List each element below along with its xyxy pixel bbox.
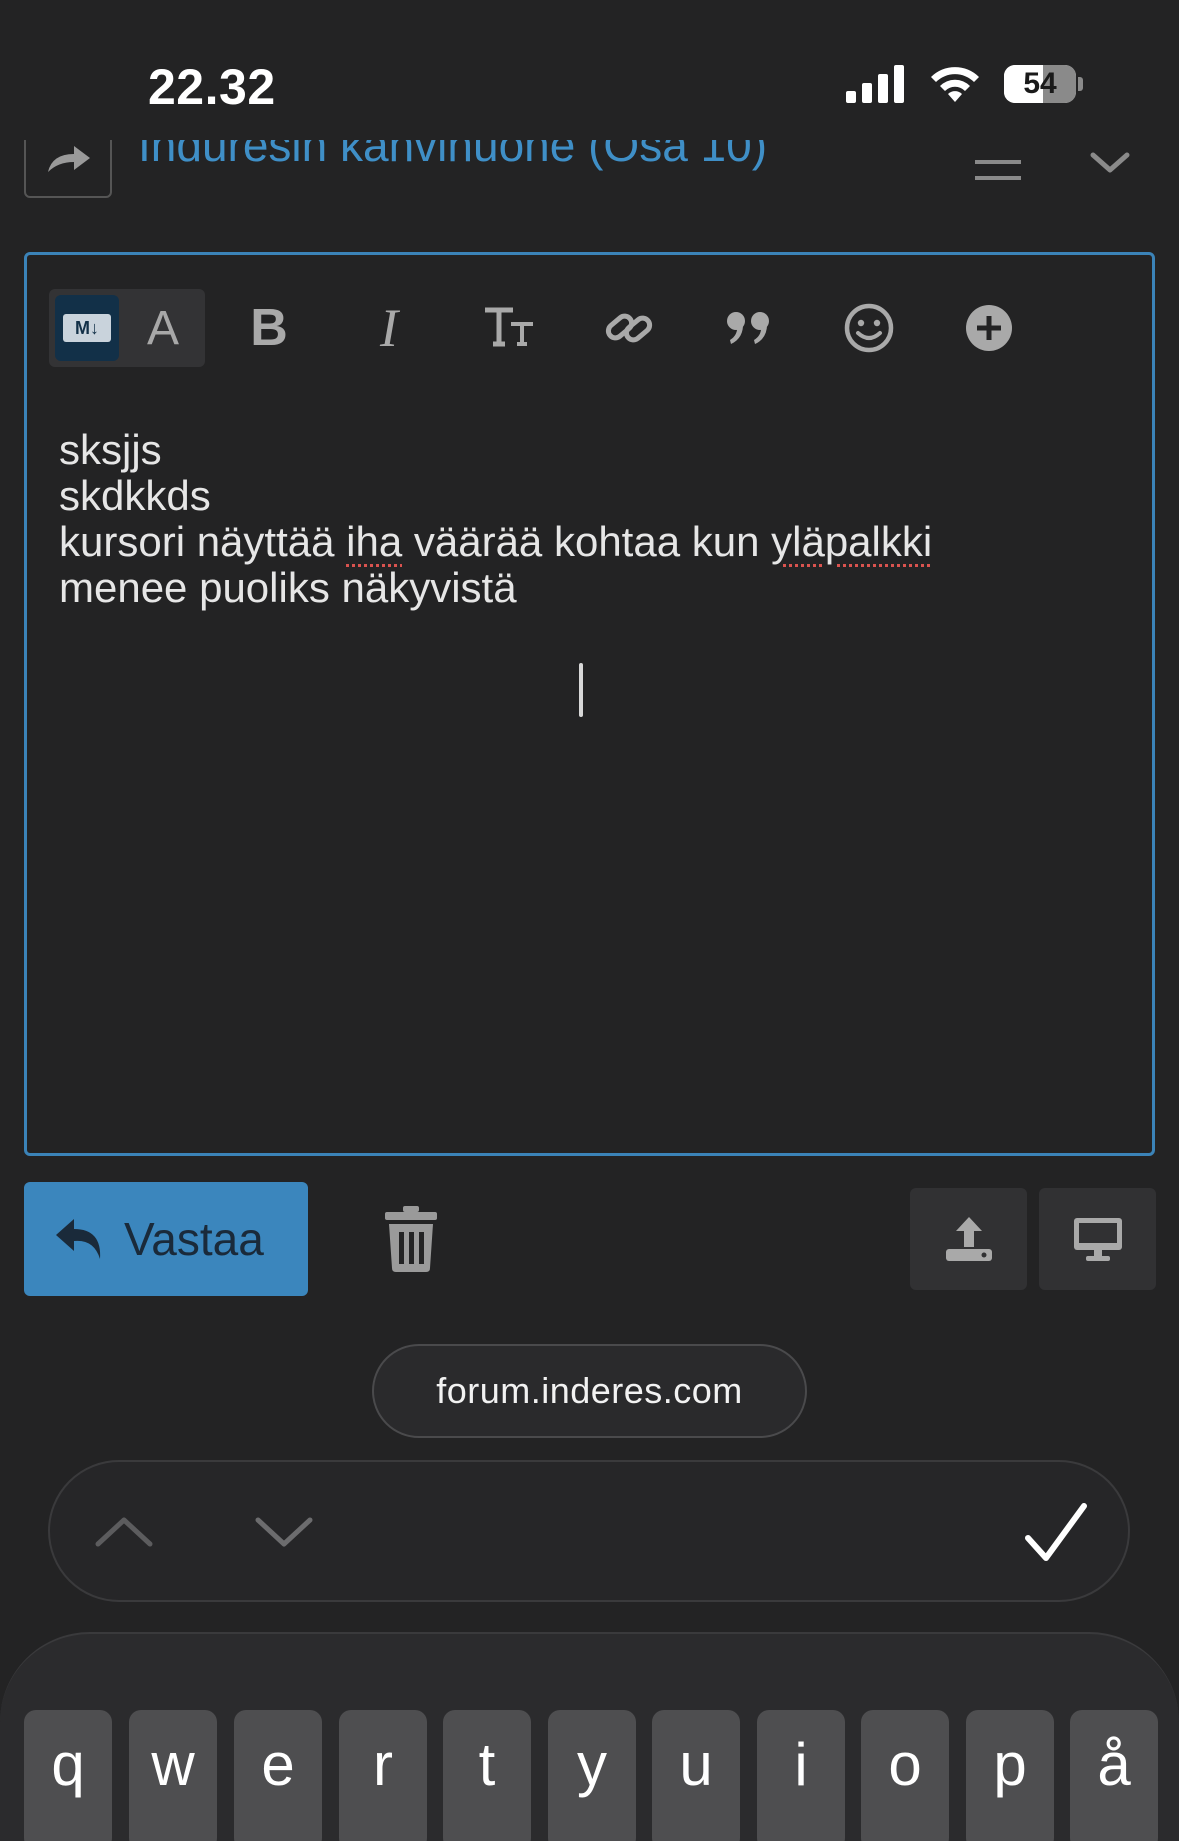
more-options-button[interactable] bbox=[949, 289, 1029, 367]
markdown-icon: M↓ bbox=[63, 314, 111, 342]
desktop-icon bbox=[1073, 1218, 1122, 1261]
wifi-icon bbox=[931, 67, 979, 102]
misspelled-word[interactable]: yläpalkki bbox=[771, 518, 932, 565]
link-icon bbox=[605, 313, 653, 343]
bold-button[interactable]: B bbox=[229, 289, 309, 367]
status-time: 22.32 bbox=[148, 59, 276, 115]
editor-line: skdkkds bbox=[59, 472, 211, 519]
discard-button[interactable] bbox=[376, 1198, 446, 1280]
editor-mode-toggle[interactable]: M↓ A bbox=[49, 289, 205, 367]
menu-icon[interactable] bbox=[975, 160, 1021, 184]
plus-circle-icon bbox=[966, 305, 1012, 351]
composer-editor[interactable]: M↓ A B I sksjjs skdkkds kursori näyttää … bbox=[24, 252, 1155, 1156]
markdown-mode-button[interactable]: M↓ bbox=[55, 295, 119, 361]
key-o[interactable]: o bbox=[861, 1710, 949, 1841]
cellular-signal-icon bbox=[846, 65, 904, 103]
heading-icon bbox=[485, 307, 533, 347]
editor-line: sksjjs bbox=[59, 426, 162, 473]
link-button[interactable] bbox=[589, 289, 669, 367]
toggle-preview-button[interactable] bbox=[1039, 1188, 1156, 1290]
key-e[interactable]: e bbox=[234, 1710, 322, 1841]
rich-text-mode-button[interactable]: A bbox=[129, 297, 197, 359]
battery-icon: 54 bbox=[1004, 65, 1076, 103]
key-t[interactable]: t bbox=[443, 1710, 531, 1841]
upload-button[interactable] bbox=[910, 1188, 1027, 1290]
editor-text-segment: kursori näyttää bbox=[59, 518, 347, 565]
quote-button[interactable] bbox=[709, 289, 789, 367]
done-checkmark-icon[interactable] bbox=[1024, 1502, 1088, 1566]
battery-tip bbox=[1078, 77, 1083, 91]
battery-level: 54 bbox=[1023, 67, 1057, 100]
editor-text-segment: väärää kohtaa kun bbox=[402, 518, 772, 565]
editor-textarea[interactable]: sksjjs skdkkds kursori näyttää iha väärä… bbox=[59, 427, 1129, 611]
key-q[interactable]: q bbox=[24, 1710, 112, 1841]
key-p[interactable]: p bbox=[966, 1710, 1054, 1841]
topic-header: Induresin kahvihuone (Osa 10) bbox=[0, 140, 1179, 222]
key-a-ring[interactable]: å bbox=[1070, 1710, 1158, 1841]
topic-title[interactable]: Induresin kahvihuone (Osa 10) bbox=[138, 140, 767, 172]
quote-icon bbox=[727, 312, 769, 344]
reply-button-label: Vastaa bbox=[124, 1213, 264, 1265]
editor-toolbar: M↓ A B I bbox=[49, 289, 1152, 367]
editor-line: menee puoliks näkyvistä bbox=[59, 564, 517, 611]
misspelled-word[interactable]: iha bbox=[346, 518, 402, 565]
next-field-chevron-down-icon[interactable] bbox=[254, 1502, 314, 1562]
smiley-icon bbox=[844, 303, 894, 353]
editor-line: kursori näyttää iha väärää kohtaa kun yl… bbox=[59, 519, 1129, 565]
reply-button[interactable]: Vastaa bbox=[24, 1182, 308, 1296]
upload-icon bbox=[945, 1217, 992, 1261]
reply-icon bbox=[56, 1219, 101, 1259]
previous-field-chevron-up-icon[interactable] bbox=[94, 1502, 154, 1562]
text-cursor bbox=[579, 663, 583, 717]
reply-to-topic-icon[interactable] bbox=[24, 140, 112, 198]
key-u[interactable]: u bbox=[652, 1710, 740, 1841]
chevron-down-icon[interactable] bbox=[1090, 150, 1130, 176]
key-w[interactable]: w bbox=[129, 1710, 217, 1841]
italic-button[interactable]: I bbox=[349, 289, 429, 367]
key-i[interactable]: i bbox=[757, 1710, 845, 1841]
key-y[interactable]: y bbox=[548, 1710, 636, 1841]
heading-button[interactable] bbox=[469, 289, 549, 367]
browser-address-bar[interactable]: forum.inderes.com bbox=[372, 1344, 807, 1438]
emoji-button[interactable] bbox=[829, 289, 909, 367]
keyboard-accessory-bar bbox=[48, 1460, 1130, 1602]
trash-icon bbox=[385, 1206, 437, 1272]
keyboard: q w e r t y u i o p å bbox=[0, 1632, 1179, 1841]
screen: 22.32 54 Induresin kahvihuone (Osa 10) M… bbox=[0, 0, 1179, 1841]
status-icons: 54 bbox=[846, 64, 1083, 104]
key-r[interactable]: r bbox=[339, 1710, 427, 1841]
